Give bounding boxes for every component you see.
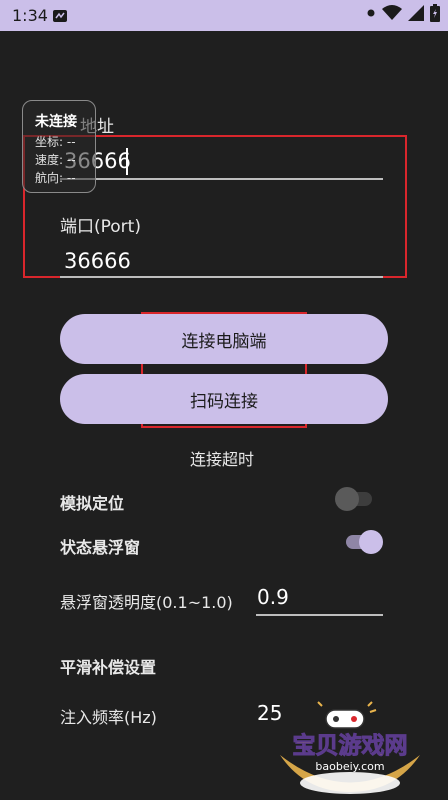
port-value: 36666 (64, 249, 131, 273)
signal-dot-icon (366, 4, 376, 26)
port-input[interactable]: 36666 (60, 245, 383, 279)
status-time: 1:34 (12, 6, 48, 25)
mock-location-label: 模拟定位 (60, 494, 125, 513)
floating-window-title: 未连接 (35, 114, 77, 130)
wifi-icon (382, 5, 402, 25)
connection-status: 连接超时 (190, 450, 255, 469)
opacity-label: 悬浮窗透明度(0.1~1.0) (60, 593, 233, 612)
scan-connect-button[interactable]: 扫码连接 (60, 374, 388, 424)
smoothing-title: 平滑补偿设置 (60, 658, 157, 677)
ip-underline (60, 178, 383, 180)
text-cursor (126, 148, 128, 175)
watermark-logo: 宝贝游戏网 baobeiy.com (275, 700, 425, 796)
watermark-url: baobeiy.com (315, 760, 384, 773)
cell-signal-icon (408, 5, 424, 25)
mock-location-switch[interactable] (334, 485, 376, 513)
mock-location-thumb (335, 487, 359, 511)
floating-window-label: 状态悬浮窗 (60, 538, 141, 557)
ip-input[interactable]: 36666 (60, 145, 383, 181)
battery-icon (430, 4, 440, 26)
opacity-input[interactable]: 0.9 (256, 582, 383, 616)
status-icons (366, 4, 440, 26)
opacity-value: 0.9 (257, 585, 289, 609)
injection-rate-label: 注入频率(Hz) (60, 708, 157, 727)
port-underline (60, 276, 383, 278)
port-label: 端口(Port) (60, 217, 141, 237)
floating-status-window[interactable]: 未连接 坐标: -- 速度: -- 航向: -- (22, 100, 96, 193)
opacity-underline (256, 614, 383, 616)
watermark-text: 宝贝游戏网 (293, 732, 408, 759)
connect-pc-button[interactable]: 连接电脑端 (60, 314, 388, 364)
floating-window-thumb (359, 530, 383, 554)
floating-heading: 航向: -- (35, 171, 76, 185)
floating-window-switch[interactable] (344, 528, 386, 556)
floating-speed: 速度: -- (35, 153, 76, 167)
status-bar: 1:34 (0, 0, 448, 31)
notification-icon (52, 8, 68, 22)
floating-coords: 坐标: -- (35, 135, 76, 149)
